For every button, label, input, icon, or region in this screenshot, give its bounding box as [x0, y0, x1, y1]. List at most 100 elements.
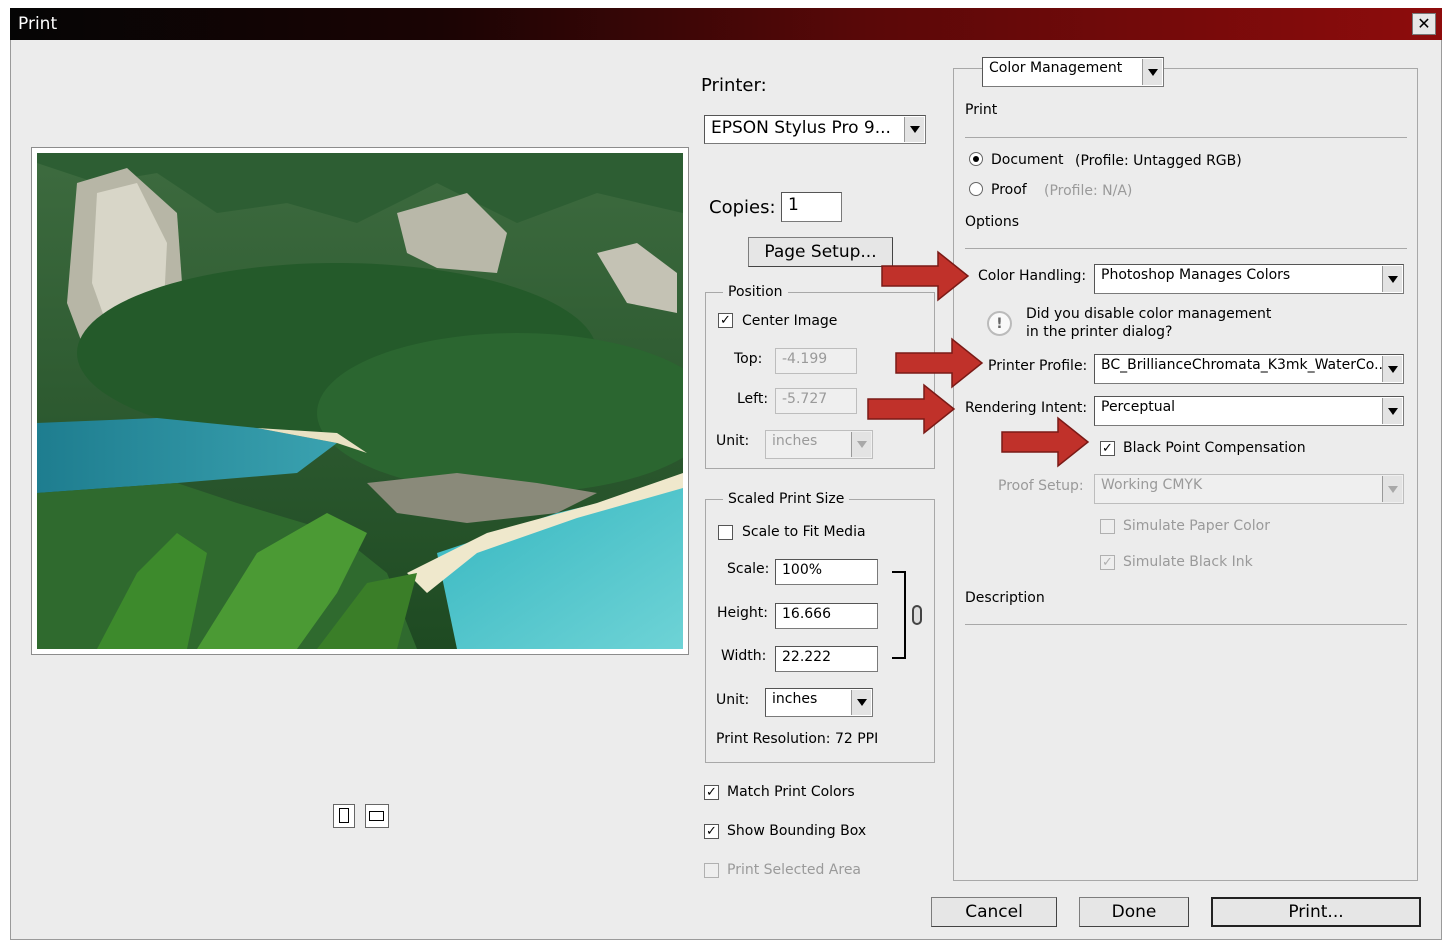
simulate-black-label: Simulate Black Ink: [1123, 554, 1253, 570]
print-button[interactable]: Print...: [1211, 897, 1421, 927]
top-input[interactable]: -4.199: [775, 348, 857, 374]
simulate-black-checkbox[interactable]: ✓: [1100, 555, 1115, 570]
scaled-unit-label: Unit:: [716, 692, 750, 708]
proof-setup-value: Working CMYK: [1101, 477, 1203, 493]
top-label: Top:: [734, 351, 763, 367]
width-input-value: 22.222: [782, 649, 831, 665]
printer-select[interactable]: EPSON Stylus Pro 9...: [704, 115, 926, 144]
landscape-orientation-icon: [369, 811, 384, 821]
height-input[interactable]: 16.666: [775, 603, 878, 629]
red-arrow-icon: [867, 383, 956, 435]
document-profile-text: (Profile: Untagged RGB): [1075, 153, 1242, 169]
printer-profile-value: BC_BrillianceChromata_K3mk_WaterCo...: [1101, 357, 1388, 373]
red-arrow-icon: [1001, 416, 1090, 468]
red-arrow-icon: [881, 250, 970, 302]
center-image-label: Center Image: [742, 313, 838, 329]
proof-radio[interactable]: [969, 182, 983, 196]
scaled-unit-value: inches: [772, 691, 818, 707]
scale-to-fit-checkbox[interactable]: [718, 525, 733, 540]
center-image-checkbox[interactable]: ✓: [718, 313, 733, 328]
simulate-paper-checkbox[interactable]: [1100, 519, 1115, 534]
chevron-down-icon: [851, 432, 871, 457]
proof-label: Proof: [991, 182, 1027, 198]
scaled-unit-select[interactable]: inches: [765, 688, 873, 717]
cancel-button[interactable]: Cancel: [931, 897, 1057, 927]
color-handling-label: Color Handling:: [978, 268, 1087, 284]
width-label: Width:: [721, 648, 767, 664]
left-input[interactable]: -5.727: [775, 388, 857, 414]
chevron-down-icon: [1142, 59, 1162, 85]
document-radio[interactable]: [969, 152, 983, 166]
warning-icon: !: [987, 311, 1012, 336]
done-label: Done: [1111, 902, 1157, 922]
chevron-down-icon: [1382, 266, 1402, 292]
section-select-value: Color Management: [989, 60, 1123, 76]
landscape-orientation-button[interactable]: [365, 804, 389, 828]
copies-input-value: 1: [788, 195, 799, 215]
checkmark-icon: ✓: [706, 824, 717, 839]
rendering-intent-select[interactable]: Perceptual: [1094, 396, 1404, 426]
page-setup-button[interactable]: Page Setup...: [748, 237, 893, 267]
divider: [965, 248, 1407, 249]
proof-profile-text: (Profile: N/A): [1044, 183, 1133, 199]
color-handling-select[interactable]: Photoshop Manages Colors: [1094, 264, 1404, 294]
title-bar: Print ✕: [10, 8, 1442, 40]
chevron-down-icon: [1382, 476, 1402, 502]
width-input[interactable]: 22.222: [775, 646, 878, 672]
printer-profile-label: Printer Profile:: [988, 358, 1088, 374]
print-selected-area-checkbox[interactable]: [704, 863, 719, 878]
preview-photo: [37, 153, 683, 649]
height-label: Height:: [717, 605, 768, 621]
print-heading: Print: [965, 102, 998, 118]
chevron-down-icon: [1382, 398, 1402, 424]
printer-label: Printer:: [701, 75, 767, 96]
close-icon: ✕: [1417, 14, 1431, 33]
options-heading: Options: [965, 214, 1020, 230]
proof-setup-select[interactable]: Working CMYK: [1094, 474, 1404, 504]
link-chain-icon[interactable]: [912, 605, 922, 625]
print-resolution-text: Print Resolution: 72 PPI: [716, 731, 879, 747]
position-legend: Position: [723, 284, 788, 300]
rendering-intent-label: Rendering Intent:: [965, 400, 1088, 416]
proof-setup-label: Proof Setup:: [998, 478, 1084, 494]
warning-text-line1: Did you disable color management: [1026, 306, 1272, 322]
black-point-label: Black Point Compensation: [1123, 440, 1306, 456]
left-input-value: -5.727: [782, 391, 828, 407]
page-setup-label: Page Setup...: [764, 242, 877, 262]
simulate-paper-label: Simulate Paper Color: [1123, 518, 1270, 534]
checkmark-icon: ✓: [1102, 441, 1113, 456]
description-heading: Description: [965, 590, 1045, 606]
chevron-down-icon: [1382, 356, 1402, 382]
proportion-link-bracket: [892, 571, 906, 659]
match-print-colors-checkbox[interactable]: ✓: [704, 785, 719, 800]
done-button[interactable]: Done: [1079, 897, 1189, 927]
chevron-down-icon: [851, 690, 871, 715]
red-arrow-icon: [895, 337, 984, 389]
copies-label: Copies:: [709, 197, 776, 218]
position-unit-select[interactable]: inches: [765, 430, 873, 459]
window-title: Print: [18, 14, 58, 34]
show-bounding-box-checkbox[interactable]: ✓: [704, 824, 719, 839]
scaled-print-size-legend: Scaled Print Size: [723, 491, 850, 507]
top-input-value: -4.199: [782, 351, 828, 367]
black-point-checkbox[interactable]: ✓: [1100, 441, 1115, 456]
section-select[interactable]: Color Management: [982, 57, 1164, 87]
printer-profile-select[interactable]: BC_BrillianceChromata_K3mk_WaterCo...: [1094, 354, 1404, 384]
checkmark-icon: ✓: [1102, 555, 1113, 570]
left-label: Left:: [737, 391, 769, 407]
height-input-value: 16.666: [782, 606, 831, 622]
close-button[interactable]: ✕: [1412, 13, 1436, 35]
copies-input[interactable]: 1: [781, 192, 842, 222]
checkmark-icon: ✓: [720, 313, 731, 328]
scale-input[interactable]: 100%: [775, 559, 878, 585]
position-unit-value: inches: [772, 433, 818, 449]
cancel-label: Cancel: [965, 902, 1023, 922]
print-selected-area-label: Print Selected Area: [727, 862, 862, 878]
document-label: Document: [991, 152, 1064, 168]
show-bounding-box-label: Show Bounding Box: [727, 823, 867, 839]
portrait-orientation-button[interactable]: [333, 804, 355, 828]
printer-select-value: EPSON Stylus Pro 9...: [711, 118, 891, 138]
match-print-colors-label: Match Print Colors: [727, 784, 855, 800]
scale-label: Scale:: [727, 561, 770, 577]
position-unit-label: Unit:: [716, 433, 750, 449]
